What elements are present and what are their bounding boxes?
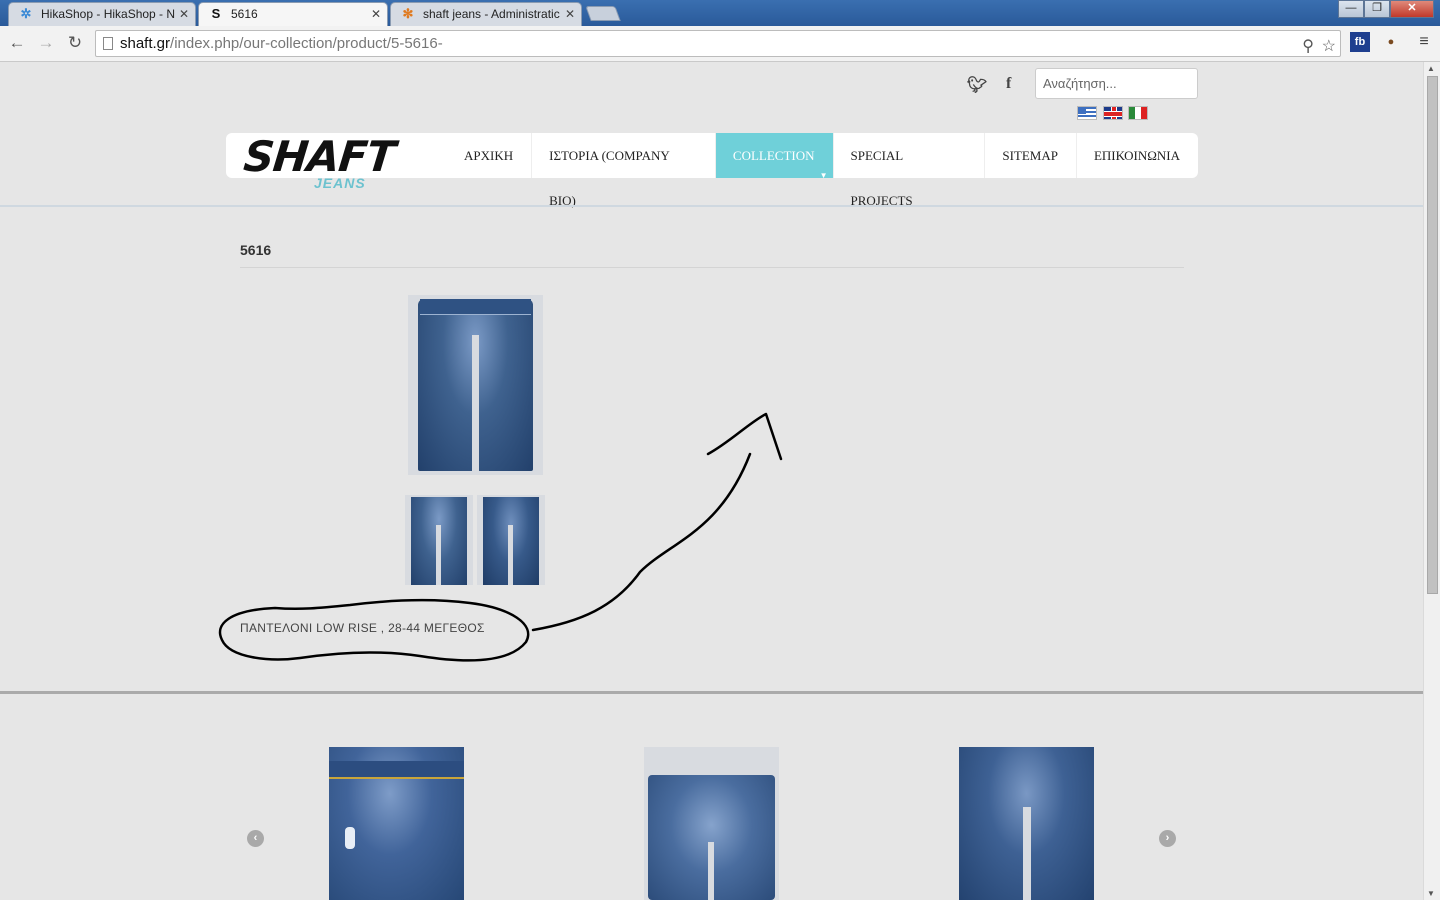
facebook-extension-icon[interactable]: fb [1350, 32, 1370, 52]
close-tab-icon[interactable]: ✕ [565, 3, 575, 25]
address-bar[interactable]: shaft.gr/index.php/our-collection/produc… [95, 30, 1341, 57]
page-viewport: 🐦︎ f SHAFT JEANS ΑΡΧΙΚΗ ΙΣΤΟΡΙΑ (COMPANY… [0, 62, 1423, 900]
carousel-next-icon[interactable]: › [1159, 830, 1176, 847]
main-menu: ΑΡΧΙΚΗ ΙΣΤΟΡΙΑ (COMPANY BIO) COLLECTION … [446, 133, 1198, 208]
dropdown-caret-icon: ▼ [819, 171, 828, 180]
scroll-down-icon[interactable]: ▼ [1427, 889, 1435, 898]
product-thumbnail[interactable] [477, 495, 545, 585]
scroll-up-icon[interactable]: ▲ [1427, 64, 1435, 73]
shaft-jeans-logo[interactable]: SHAFT JEANS [241, 132, 397, 191]
menu-item-collection[interactable]: COLLECTION ▼ [714, 133, 833, 180]
twitter-icon[interactable]: 🐦︎ [967, 75, 987, 95]
new-tab-button[interactable] [585, 6, 621, 21]
italian-flag-icon[interactable] [1128, 106, 1148, 120]
tab-title: shaft jeans - Administratic [423, 7, 560, 21]
browser-tab-5616[interactable]: S 5616 ✕ [198, 2, 388, 26]
tab-title: HikaShop - HikaShop - N [41, 7, 176, 21]
restore-button[interactable]: ❐ [1364, 0, 1390, 18]
logo-text: SHAFT [241, 132, 397, 181]
main-navbar: SHAFT JEANS ΑΡΧΙΚΗ ΙΣΤΟΡΙΑ (COMPANY BIO)… [226, 132, 1198, 208]
user-profile-icon[interactable]: ● [1381, 32, 1401, 52]
page-icon [103, 37, 113, 50]
close-window-button[interactable]: ✕ [1390, 0, 1434, 18]
english-flag-icon[interactable] [1103, 106, 1123, 120]
menu-item-contact[interactable]: ΕΠΙΚΟΙΝΩΝΙΑ [1075, 133, 1198, 178]
joomla-icon: ✻ [402, 6, 414, 21]
forward-arrow-icon[interactable]: → [35, 32, 57, 54]
related-product-image[interactable] [329, 747, 464, 900]
logo-subtext: JEANS [314, 175, 366, 191]
annotation-arrow [531, 452, 752, 632]
menu-item-special-projects[interactable]: SPECIAL PROJECTS [832, 133, 985, 208]
shaft-s-icon: S [211, 6, 221, 21]
search-icon[interactable]: ⚲ [1302, 34, 1314, 59]
bookmark-star-icon[interactable]: ☆ [1322, 34, 1336, 59]
reload-icon[interactable]: ↻ [64, 32, 86, 54]
product-title: 5616 [240, 242, 272, 258]
related-product-image[interactable] [644, 747, 779, 900]
menu-icon[interactable]: ≡ [1414, 32, 1434, 52]
product-main-image[interactable] [408, 295, 543, 475]
carousel-prev-icon[interactable]: ‹ [247, 830, 264, 847]
browser-titlebar: ✲ HikaShop - HikaShop - N ✕ S 5616 ✕ ✻ s… [0, 0, 1440, 26]
browser-tab-administration[interactable]: ✻ shaft jeans - Administratic ✕ [390, 2, 582, 26]
annotation-arrowhead [706, 412, 783, 461]
close-tab-icon[interactable]: ✕ [371, 3, 381, 25]
product-thumbnail[interactable] [405, 495, 473, 585]
title-divider [240, 267, 1184, 268]
facebook-icon[interactable]: f [1006, 75, 1011, 93]
hikashop-icon: ✲ [20, 6, 32, 21]
page-scrollbar[interactable]: ▲ ▼ [1423, 62, 1440, 900]
menu-item-company-bio[interactable]: ΙΣΤΟΡΙΑ (COMPANY BIO) [531, 133, 715, 208]
menu-item-home[interactable]: ΑΡΧΙΚΗ [446, 133, 531, 178]
greek-flag-icon[interactable] [1077, 106, 1097, 120]
section-divider [0, 691, 1423, 694]
minimize-button[interactable]: — [1338, 0, 1364, 18]
menu-item-label: COLLECTION [732, 148, 815, 163]
menu-item-sitemap[interactable]: SITEMAP [984, 133, 1076, 178]
related-product-image[interactable] [959, 747, 1094, 900]
browser-toolbar: ← → ↻ shaft.gr/index.php/our-collection/… [0, 26, 1440, 62]
tab-title: 5616 [231, 7, 258, 21]
close-tab-icon[interactable]: ✕ [179, 3, 189, 25]
back-arrow-icon[interactable]: ← [6, 32, 28, 54]
scroll-thumb[interactable] [1427, 76, 1438, 594]
browser-tab-hikashop[interactable]: ✲ HikaShop - HikaShop - N ✕ [8, 2, 196, 26]
url-host: shaft.gr [120, 35, 171, 52]
header-divider [0, 205, 1423, 207]
product-description: ΠΑΝΤΕΛΟΝΙ LOW RISE , 28-44 ΜΕΓΕΘΟΣ [240, 621, 485, 635]
url-path: /index.php/our-collection/product/5-5616… [170, 35, 443, 52]
search-input[interactable] [1035, 68, 1198, 99]
